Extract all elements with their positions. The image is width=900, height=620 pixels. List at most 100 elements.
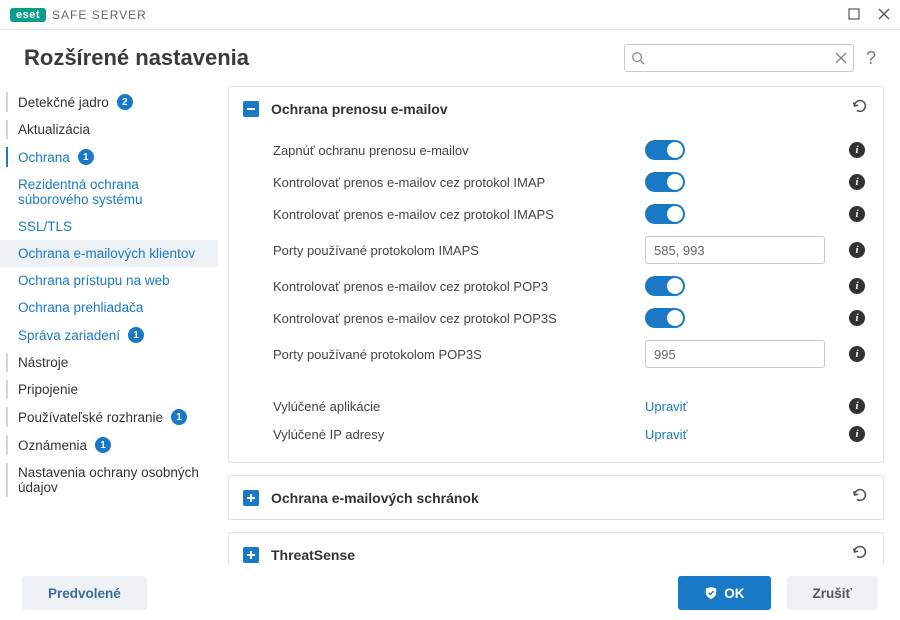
panel-1: Ochrana e-mailových schránok bbox=[228, 475, 884, 520]
sidebar-item-label: Nastavenia ochrany osobných údajov bbox=[18, 465, 206, 495]
toggle-switch[interactable] bbox=[645, 172, 685, 192]
sidebar-item-0[interactable]: Detekčné jadro2 bbox=[0, 88, 218, 116]
setting-label: Porty používané protokolom POP3S bbox=[273, 347, 645, 362]
panel-title: Ochrana e-mailových schránok bbox=[271, 490, 479, 506]
toggle-switch[interactable] bbox=[645, 204, 685, 224]
info-cell: i bbox=[845, 346, 869, 362]
setting-label: Porty používané protokolom IMAPS bbox=[273, 243, 645, 258]
info-icon[interactable]: i bbox=[849, 426, 865, 442]
sidebar-item-9[interactable]: Nástroje bbox=[0, 349, 218, 376]
reset-icon[interactable] bbox=[851, 97, 869, 120]
sidebar-item-label: Aktualizácia bbox=[18, 122, 90, 137]
sidebar-item-label: Používateľské rozhranie bbox=[18, 410, 163, 425]
sidebar-item-8[interactable]: Správa zariadení1 bbox=[0, 321, 218, 349]
search-icon bbox=[631, 51, 645, 65]
setting-row-9: Vylúčené IP adresyUpraviť i bbox=[229, 420, 883, 448]
sidebar-item-1[interactable]: Aktualizácia bbox=[0, 116, 218, 143]
sidebar-item-label: SSL/TLS bbox=[18, 219, 72, 234]
panel-header[interactable]: ThreatSense bbox=[229, 533, 883, 564]
sidebar-item-6[interactable]: Ochrana prístupu na web bbox=[0, 267, 218, 294]
expand-icon[interactable] bbox=[243, 547, 259, 563]
sidebar-item-label: Ochrana prehliadača bbox=[18, 300, 143, 315]
page-header: Rozšírené nastavenia ? bbox=[0, 30, 900, 82]
setting-row-0: Zapnúť ochranu prenosu e-mailovi bbox=[229, 134, 883, 166]
info-cell: i bbox=[845, 310, 869, 326]
cancel-button[interactable]: Zrušiť bbox=[787, 576, 878, 610]
ok-label: OK bbox=[724, 586, 744, 601]
sidebar-badge: 1 bbox=[78, 149, 94, 165]
setting-control: Upraviť bbox=[645, 427, 845, 442]
search-field[interactable] bbox=[624, 44, 854, 72]
info-icon[interactable]: i bbox=[849, 174, 865, 190]
setting-row-4: Kontrolovať prenos e-mailov cez protokol… bbox=[229, 270, 883, 302]
sidebar-badge: 1 bbox=[171, 409, 187, 425]
edit-link[interactable]: Upraviť bbox=[645, 399, 687, 414]
toggle-switch[interactable] bbox=[645, 140, 685, 160]
app-logo: eset SAFE SERVER bbox=[10, 8, 147, 22]
setting-control bbox=[645, 236, 845, 264]
info-icon[interactable]: i bbox=[849, 278, 865, 294]
sidebar-item-2[interactable]: Ochrana 1 bbox=[0, 143, 218, 171]
panel-header[interactable]: Ochrana prenosu e-mailov bbox=[229, 87, 883, 130]
setting-control bbox=[645, 204, 845, 224]
window-controls bbox=[848, 7, 890, 23]
ports-input[interactable] bbox=[645, 236, 825, 264]
ports-input[interactable] bbox=[645, 340, 825, 368]
sidebar-item-7[interactable]: Ochrana prehliadača bbox=[0, 294, 218, 321]
sidebar-badge: 1 bbox=[95, 437, 111, 453]
brand-badge: eset bbox=[10, 8, 46, 22]
toggle-switch[interactable] bbox=[645, 308, 685, 328]
sidebar-item-3[interactable]: Rezidentná ochrana súborového systému bbox=[0, 171, 218, 213]
info-icon[interactable]: i bbox=[849, 206, 865, 222]
sidebar-item-label: Ochrana e-mailových klientov bbox=[18, 246, 195, 261]
window-close-icon[interactable] bbox=[878, 7, 890, 23]
reset-icon[interactable] bbox=[851, 543, 869, 564]
info-cell: i bbox=[845, 206, 869, 222]
footer: Predvolené OK Zrušiť bbox=[0, 566, 900, 620]
expand-icon[interactable] bbox=[243, 490, 259, 506]
sidebar-item-label: Nástroje bbox=[18, 355, 68, 370]
clear-search-icon[interactable] bbox=[835, 52, 847, 64]
panel-header[interactable]: Ochrana e-mailových schránok bbox=[229, 476, 883, 519]
sidebar-item-5[interactable]: Ochrana e-mailových klientov bbox=[0, 240, 218, 267]
setting-row-3: Porty používané protokolom IMAPS i bbox=[229, 230, 883, 270]
setting-label: Kontrolovať prenos e-mailov cez protokol… bbox=[273, 175, 645, 190]
setting-label: Vylúčené IP adresy bbox=[273, 427, 645, 442]
setting-row-6: Porty používané protokolom POP3S i bbox=[229, 334, 883, 374]
setting-row-5: Kontrolovať prenos e-mailov cez protokol… bbox=[229, 302, 883, 334]
help-icon[interactable]: ? bbox=[866, 48, 876, 69]
info-icon[interactable]: i bbox=[849, 346, 865, 362]
product-name: SAFE SERVER bbox=[52, 8, 147, 22]
edit-link[interactable]: Upraviť bbox=[645, 427, 687, 442]
info-icon[interactable]: i bbox=[849, 398, 865, 414]
sidebar-item-label: Ochrana bbox=[18, 150, 70, 165]
info-cell: i bbox=[845, 142, 869, 158]
defaults-button[interactable]: Predvolené bbox=[22, 576, 147, 610]
sidebar-item-label: Správa zariadení bbox=[18, 328, 120, 343]
ok-button[interactable]: OK bbox=[678, 576, 770, 610]
page-title: Rozšírené nastavenia bbox=[24, 45, 249, 71]
sidebar-item-10[interactable]: Pripojenie bbox=[0, 376, 218, 403]
sidebar-item-11[interactable]: Používateľské rozhranie 1 bbox=[0, 403, 218, 431]
collapse-icon[interactable] bbox=[243, 101, 259, 117]
sidebar-item-12[interactable]: Oznámenia1 bbox=[0, 431, 218, 459]
setting-control bbox=[645, 172, 845, 192]
sidebar: Detekčné jadro2 Aktualizácia Ochrana 1 Rezid… bbox=[0, 82, 218, 564]
setting-control bbox=[645, 276, 845, 296]
setting-label: Kontrolovať prenos e-mailov cez protokol… bbox=[273, 279, 645, 294]
toggle-switch[interactable] bbox=[645, 276, 685, 296]
search-input[interactable] bbox=[645, 51, 835, 66]
info-icon[interactable]: i bbox=[849, 310, 865, 326]
panel-body: Zapnúť ochranu prenosu e-mailovi Kontrolo… bbox=[229, 130, 883, 462]
info-cell: i bbox=[845, 242, 869, 258]
sidebar-item-13[interactable]: Nastavenia ochrany osobných údajov bbox=[0, 459, 218, 501]
panel-title: ThreatSense bbox=[271, 547, 355, 563]
sidebar-item-4[interactable]: SSL/TLS bbox=[0, 213, 218, 240]
reset-icon[interactable] bbox=[851, 486, 869, 509]
window-maximize-icon[interactable] bbox=[848, 7, 860, 23]
info-icon[interactable]: i bbox=[849, 242, 865, 258]
info-icon[interactable]: i bbox=[849, 142, 865, 158]
setting-control bbox=[645, 308, 845, 328]
shield-icon bbox=[704, 586, 718, 600]
info-cell: i bbox=[845, 278, 869, 294]
